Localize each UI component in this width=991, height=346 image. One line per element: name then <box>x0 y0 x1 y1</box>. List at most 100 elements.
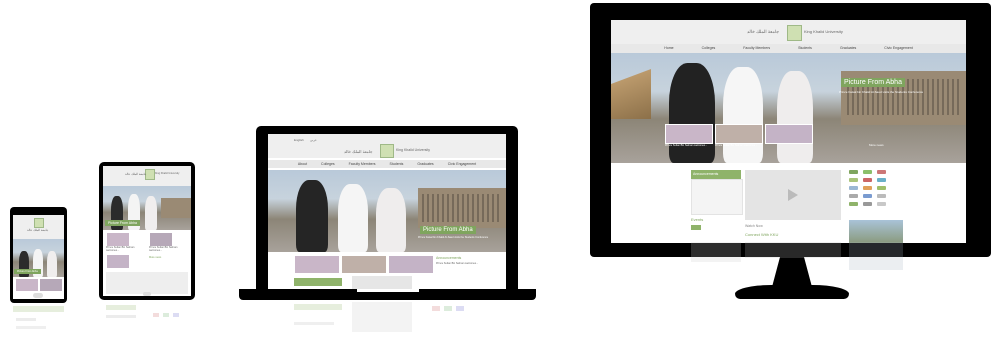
phone-screen: جامعة الملك خالد Picture From Abha <box>13 215 64 299</box>
tablet-device: جامعة الملك خالد King Khalid University … <box>99 162 195 300</box>
news-thumb[interactable] <box>341 255 387 274</box>
tablet-reflection <box>103 301 191 345</box>
hero-caption: Picture From Abha <box>841 78 905 87</box>
logo-icon <box>34 218 44 228</box>
laptop-reflection <box>268 300 506 345</box>
university-name: King Khalid University <box>155 172 180 175</box>
news-thumb[interactable] <box>665 124 713 144</box>
news-thumb[interactable] <box>149 232 173 247</box>
person-image <box>669 63 715 163</box>
nav-item-faculty[interactable]: Faculty Members <box>743 44 770 53</box>
video-player[interactable] <box>745 170 841 220</box>
tablet-header: جامعة الملك خالد King Khalid University <box>103 166 191 186</box>
news-text[interactable]: Prince Sultan Bin Salman welcomes... <box>149 246 189 252</box>
announcements-body <box>691 179 743 215</box>
monitor-reflection <box>611 240 966 274</box>
news-text[interactable]: Prince Sultan Bin Salman welcomes... <box>715 144 763 147</box>
university-name: King Khalid University <box>396 148 431 152</box>
events-heading: Events <box>691 217 704 222</box>
nav-item-graduates[interactable]: Graduates <box>840 44 856 53</box>
lang-en-link[interactable]: English <box>294 138 304 142</box>
nav-item-colleges[interactable]: Colleges <box>321 160 335 168</box>
university-name: King Khalid University <box>804 29 843 34</box>
section-bar <box>294 278 342 286</box>
news-thumb[interactable] <box>15 278 39 292</box>
news-thumb[interactable] <box>39 278 63 292</box>
arabic-name: جامعة الملك خالد <box>27 228 49 232</box>
laptop-hero: Picture From Abha Prince Faisal bin Khal… <box>268 170 506 252</box>
arabic-name: جامعة الملك خالد <box>125 172 147 176</box>
news-text[interactable]: Prince Sultan Bin Salman welcomes... <box>665 144 713 147</box>
trackpad-notch <box>357 289 419 292</box>
monitor-frame: جامعة الملك خالد King Khalid University … <box>590 3 991 257</box>
monitor-stand-base <box>735 285 849 299</box>
more-news-link[interactable]: More news <box>869 143 884 147</box>
event-date <box>691 225 701 230</box>
news-thumb[interactable] <box>765 124 813 144</box>
person-image <box>376 188 406 252</box>
news-text[interactable]: Prince Sultan Bin Salman welcomes... <box>436 262 496 265</box>
nav-item-students[interactable]: Students <box>798 44 812 53</box>
hero-caption-sub: Prince Faisal bin Khalid Al-Saud visits … <box>839 90 924 94</box>
hero-caption: Picture From Abha <box>105 220 140 226</box>
nav-item-civic[interactable]: Civic Engagement <box>884 44 912 53</box>
announcements-heading: Announcements <box>693 172 719 176</box>
nav-item-about[interactable]: About <box>298 160 307 168</box>
building-image <box>418 188 506 228</box>
watch-heading: Watch Now <box>745 224 763 228</box>
news-thumb[interactable] <box>106 232 130 247</box>
phone-device: جامعة الملك خالد Picture From Abha <box>10 207 67 303</box>
phone-reflection <box>13 304 64 344</box>
news-text[interactable]: Prince Sultan Bin Salman welcomes... <box>106 246 146 252</box>
nav-item-home[interactable]: Home <box>664 44 673 53</box>
logo-icon <box>145 169 155 180</box>
laptop-header: English عربي جامعة الملك خالد King Khali… <box>268 134 506 158</box>
news-thumb[interactable] <box>294 255 340 274</box>
logo-icon[interactable] <box>787 25 802 41</box>
monitor-header: جامعة الملك خالد King Khalid University <box>611 20 966 44</box>
home-button[interactable] <box>33 293 43 298</box>
phone-hero: Picture From Abha <box>13 239 64 277</box>
hero-caption-sub: Prince Faisal bin Khalid Al-Saud visits … <box>418 236 489 239</box>
monitor-hero: Picture From Abha Prince Faisal bin Khal… <box>611 53 966 163</box>
nav-item-graduates[interactable]: Graduates <box>417 160 433 168</box>
home-button[interactable] <box>143 292 151 296</box>
person-image <box>723 67 763 163</box>
more-news-link[interactable]: More news <box>149 256 161 259</box>
nav-item-civic[interactable]: Civic Engagement <box>448 160 476 168</box>
laptop-lid: English عربي جامعة الملك خالد King Khali… <box>256 126 518 290</box>
phone-header: جامعة الملك خالد <box>13 215 64 239</box>
person-image <box>338 184 368 252</box>
person-image <box>145 196 157 230</box>
play-icon[interactable] <box>788 189 798 201</box>
building-image <box>161 198 191 218</box>
monitor-screen: جامعة الملك خالد King Khalid University … <box>611 20 966 243</box>
person-image <box>47 251 57 277</box>
logo-icon[interactable] <box>380 144 394 158</box>
announcements-heading: Announcements <box>436 256 462 260</box>
nav-item-colleges[interactable]: Colleges <box>702 44 716 53</box>
lang-ar-link[interactable]: عربي <box>310 138 317 142</box>
hero-caption: Picture From Abha <box>14 269 41 274</box>
tablet-screen: جامعة الملك خالد King Khalid University … <box>103 166 191 296</box>
video-panel[interactable] <box>106 272 188 294</box>
laptop-screen: English عربي جامعة الملك خالد King Khali… <box>268 134 506 290</box>
laptop-nav: About Colleges Faculty Members Students … <box>268 160 506 168</box>
laptop-base <box>239 289 536 300</box>
nav-item-faculty[interactable]: Faculty Members <box>349 160 376 168</box>
arabic-name: جامعة الملك خالد <box>344 149 373 154</box>
person-image <box>296 180 328 252</box>
news-thumb[interactable] <box>715 124 763 144</box>
monitor-nav: Home Colleges Faculty Members Students G… <box>611 44 966 53</box>
news-thumb[interactable] <box>106 254 130 269</box>
video-panel[interactable] <box>352 276 412 290</box>
person-image <box>777 71 813 163</box>
news-thumb[interactable] <box>388 255 434 274</box>
tablet-hero: Picture From Abha <box>103 186 191 230</box>
hero-caption: Picture From Abha <box>420 226 476 234</box>
nav-item-students[interactable]: Students <box>390 160 404 168</box>
connect-heading: Connect With KKU <box>745 232 779 237</box>
partner-logos <box>849 170 899 216</box>
tent-structure <box>611 69 651 119</box>
arabic-name: جامعة الملك خالد <box>747 29 780 34</box>
